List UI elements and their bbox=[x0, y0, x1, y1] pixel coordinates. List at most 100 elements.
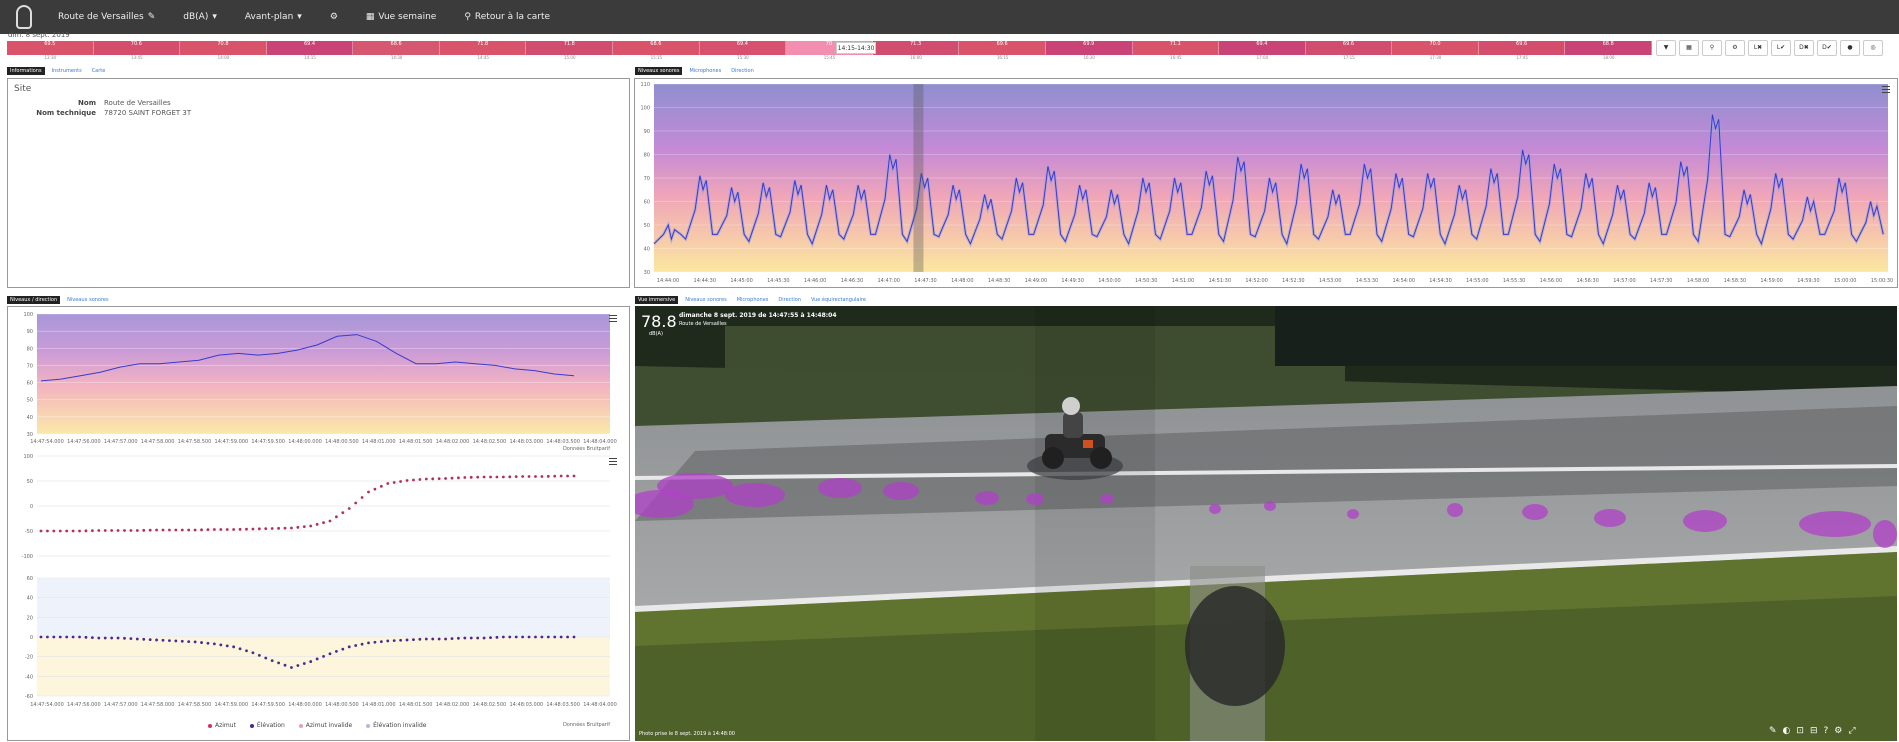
timeline-segment[interactable]: 69.4 bbox=[1219, 41, 1306, 55]
map-return-button[interactable]: ⚲ Retour à la carte bbox=[464, 12, 550, 22]
timeline-segment[interactable]: 71.1 bbox=[1132, 41, 1220, 55]
toolbar-button[interactable]: ⚲ bbox=[1702, 40, 1722, 56]
positive-band bbox=[37, 578, 610, 637]
lock-icon[interactable]: ⊡ bbox=[1796, 726, 1804, 736]
timeline-bar[interactable]: 69.5 70.6 70.8 69.4 68.6 71.8 71.8 68.6 69.4 70 71… bbox=[7, 41, 1652, 55]
week-view-button[interactable]: ▦ Vue semaine bbox=[366, 12, 436, 22]
timeline-segment[interactable]: 71.3 bbox=[872, 41, 960, 55]
toolbar-button[interactable]: D✖ bbox=[1794, 40, 1814, 56]
azimuth-point bbox=[174, 528, 178, 532]
timeline-segment[interactable]: 71.8 bbox=[526, 41, 614, 55]
timeline-segment[interactable]: 68.8 bbox=[1565, 41, 1652, 55]
tab[interactable]: Niveaux / direction bbox=[7, 296, 61, 304]
azimuth-point bbox=[135, 529, 139, 532]
immersive-photo[interactable]: 78.8 dB(A) dimanche 8 sept. 2019 de 14:4… bbox=[635, 306, 1897, 741]
elevation-point bbox=[553, 635, 557, 639]
timeline-segment[interactable]: 71.8 bbox=[439, 41, 527, 55]
unit-selector[interactable]: dB(A) ▾ bbox=[183, 12, 217, 22]
legend-item[interactable]: Élévation invalide bbox=[366, 722, 426, 729]
timeline-segment[interactable]: 68.6 bbox=[613, 41, 700, 55]
timeline-time-label: 18:00 bbox=[1602, 55, 1615, 60]
azimuth-point bbox=[161, 528, 165, 532]
toolbar-button[interactable]: ⚙ bbox=[1725, 40, 1745, 56]
elevation-point bbox=[315, 657, 319, 661]
toolbar-button[interactable]: ▼ bbox=[1656, 40, 1676, 56]
timeline-segment[interactable]: 70.6 bbox=[93, 41, 181, 55]
tab[interactable]: Vue immersive bbox=[635, 296, 679, 304]
tab[interactable]: Microphones bbox=[686, 67, 724, 75]
legend-item[interactable]: Azimut bbox=[208, 722, 236, 729]
azimuth-point bbox=[334, 515, 338, 519]
fullscreen-icon[interactable]: ⤢ bbox=[1848, 726, 1855, 736]
timeline-segment[interactable]: 69.4 bbox=[266, 41, 354, 55]
tab[interactable]: Carte bbox=[89, 67, 109, 75]
timeline-segment[interactable]: 70.8 bbox=[180, 41, 267, 55]
toolbar-button[interactable]: ▦ bbox=[1679, 40, 1699, 56]
legend-item[interactable]: Élévation bbox=[249, 722, 285, 729]
toolbar-button[interactable]: L✖ bbox=[1748, 40, 1768, 56]
y-tick-label: -20 bbox=[25, 655, 33, 661]
calendar-grid-icon: ▦ bbox=[365, 12, 375, 22]
timeline-segment[interactable]: 69.9 bbox=[1045, 41, 1133, 55]
timeline-segment[interactable]: 69.5 bbox=[7, 41, 94, 55]
elevation-point bbox=[367, 641, 370, 645]
toolbar-button[interactable]: L✔ bbox=[1771, 40, 1791, 56]
x-tick-label: 14:47:58.000 bbox=[141, 439, 175, 445]
sound-level-chart[interactable]: 30 40 50 60 70 80 90 100 110 14:44:00 14:44:30 14:4… bbox=[634, 78, 1898, 288]
tab[interactable]: Instruments bbox=[49, 67, 85, 75]
foreground-selector[interactable]: Avant-plan ▾ bbox=[245, 12, 302, 22]
chart-menu-icon[interactable] bbox=[609, 315, 617, 322]
x-tick-label: 14:49:30 bbox=[1061, 278, 1083, 284]
timeline-segment[interactable]: 70.0 bbox=[1392, 41, 1479, 55]
elevation-point bbox=[399, 638, 403, 642]
site-selector[interactable]: Route de Versailles ✎ bbox=[58, 12, 155, 22]
sound-source-bubble bbox=[818, 478, 862, 498]
immersive-tabs: Vue immersive Niveaux sonores Microphones D… bbox=[635, 296, 869, 304]
tab[interactable]: Informations bbox=[7, 67, 45, 75]
elevation-point bbox=[225, 644, 229, 648]
settings-button[interactable]: ⚙ bbox=[330, 12, 338, 22]
toolbar-button[interactable]: ● bbox=[1840, 40, 1860, 56]
toolbar-button[interactable]: ◎ bbox=[1863, 40, 1883, 56]
timeline-segment[interactable]: 68.6 bbox=[353, 41, 440, 55]
contrast-icon[interactable]: ◐ bbox=[1783, 726, 1791, 736]
sound-source-bubble bbox=[1594, 509, 1626, 527]
x-tick-label: 14:44:30 bbox=[694, 278, 716, 284]
azimuth-point bbox=[206, 528, 210, 532]
chart-menu-icon[interactable] bbox=[609, 458, 617, 465]
toolbar-button[interactable]: D✔ bbox=[1817, 40, 1837, 56]
help-icon[interactable]: ? bbox=[1824, 726, 1829, 736]
gear-icon[interactable]: ⚙ bbox=[1834, 726, 1842, 736]
toolbar: ▼ ▦ ⚲ ⚙ L✖ L✔ D✖ D✔ ● ◎ bbox=[1656, 40, 1883, 56]
timeline-segment[interactable]: 69.6 bbox=[1478, 41, 1566, 55]
sound-source-bubble bbox=[1209, 504, 1221, 514]
tab[interactable]: Niveaux sonores bbox=[682, 296, 729, 304]
azimuth-point bbox=[187, 528, 191, 532]
tab[interactable]: Niveaux sonores bbox=[635, 67, 683, 75]
timeline-time-label: 13:45 bbox=[131, 55, 143, 60]
lock-open-icon[interactable]: ⊟ bbox=[1810, 726, 1818, 736]
caret-down-icon: ▾ bbox=[297, 12, 302, 22]
y-tick-label: 50 bbox=[27, 398, 33, 404]
tab[interactable]: Niveaux sonores bbox=[64, 296, 111, 304]
azimuth-point bbox=[257, 527, 261, 531]
wrench-icon[interactable]: ✎ bbox=[1769, 726, 1777, 736]
timeline-segment[interactable]: 69.6 bbox=[1305, 41, 1393, 55]
azimuth-point bbox=[546, 474, 550, 478]
tab[interactable]: Microphones bbox=[734, 296, 772, 304]
azimuth-point bbox=[46, 529, 49, 533]
timeline-segment[interactable]: 69.4 bbox=[699, 41, 787, 55]
legend-item[interactable]: Azimut invalide bbox=[298, 722, 352, 729]
x-tick-label: 14:50:00 bbox=[1098, 278, 1120, 284]
elevation-point bbox=[482, 636, 486, 640]
chart-menu-icon[interactable] bbox=[1882, 86, 1890, 93]
y-tick-label: 20 bbox=[27, 615, 33, 621]
tab[interactable]: Vue équirectangulaire bbox=[808, 296, 869, 304]
timeline-segment[interactable]: 69.6 bbox=[959, 41, 1046, 55]
x-tick-label: 14:50:30 bbox=[1135, 278, 1157, 284]
tab[interactable]: Direction bbox=[775, 296, 804, 304]
x-tick-label: 14:54:30 bbox=[1429, 278, 1451, 284]
tab[interactable]: Direction bbox=[728, 67, 757, 75]
direction-charts[interactable]: 3040506070809010014:47:54.000 14:47:56.00… bbox=[7, 306, 630, 741]
x-tick-label: 14:58:00 bbox=[1687, 278, 1709, 284]
